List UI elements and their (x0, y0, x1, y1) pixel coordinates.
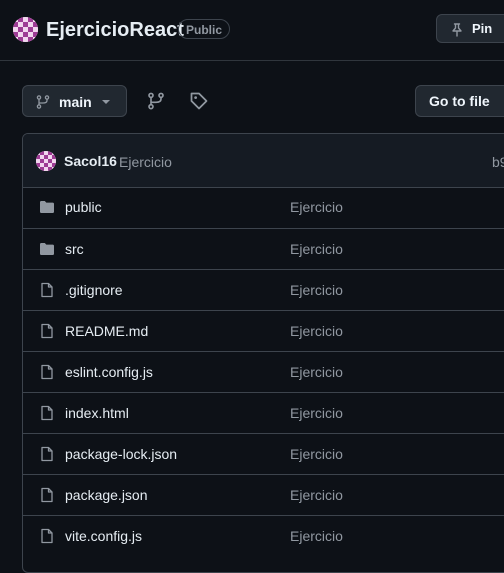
tag-icon[interactable] (189, 91, 209, 111)
commit-hash[interactable]: b9 (492, 154, 504, 170)
file-name-link[interactable]: vite.config.js (65, 528, 142, 544)
file-commit-message[interactable]: Ejercicio (290, 199, 343, 215)
file-name-link[interactable]: README.md (65, 323, 148, 339)
file-row[interactable]: .gitignore Ejercicio (23, 269, 504, 311)
file-row[interactable]: src Ejercicio (23, 228, 504, 270)
repo-header: EjercicioReact Public Pin (0, 0, 504, 61)
visibility-badge: Public (178, 19, 231, 39)
file-commit-message[interactable]: Ejercicio (290, 487, 343, 503)
branch-name: main (59, 94, 92, 110)
latest-commit-bar: Sacol16 Ejercicio b9 (23, 134, 504, 188)
file-row[interactable]: public Ejercicio (23, 187, 504, 228)
file-commit-message[interactable]: Ejercicio (290, 446, 343, 462)
file-icon (39, 364, 55, 385)
file-commit-message[interactable]: Ejercicio (290, 323, 343, 339)
file-row[interactable]: vite.config.js Ejercicio (23, 515, 504, 557)
file-table: Sacol16 Ejercicio b9 public Ejercicio src E… (22, 133, 504, 573)
repo-name[interactable]: EjercicioReact (46, 16, 184, 44)
file-commit-message[interactable]: Ejercicio (290, 364, 343, 380)
identicon-icon (36, 151, 56, 171)
commit-author[interactable]: Sacol16 (64, 153, 117, 169)
file-icon (39, 323, 55, 344)
file-row[interactable]: package-lock.json Ejercicio (23, 433, 504, 475)
file-commit-message[interactable]: Ejercicio (290, 405, 343, 421)
file-icon (39, 282, 55, 303)
go-to-file-button[interactable]: Go to file (415, 85, 504, 117)
commit-author-avatar[interactable] (36, 151, 56, 171)
file-name-link[interactable]: eslint.config.js (65, 364, 153, 380)
file-icon (39, 405, 55, 426)
file-row[interactable]: README.md Ejercicio (23, 310, 504, 352)
file-name-link[interactable]: src (65, 241, 84, 257)
file-name-link[interactable]: index.html (65, 405, 129, 421)
branch-selector[interactable]: main (22, 85, 127, 117)
pin-button[interactable]: Pin (436, 14, 504, 43)
file-commit-message[interactable]: Ejercicio (290, 282, 343, 298)
file-name-link[interactable]: package.json (65, 487, 148, 503)
owner-avatar[interactable] (13, 17, 38, 42)
file-commit-message[interactable]: Ejercicio (290, 528, 343, 544)
branches-icon[interactable] (146, 91, 166, 111)
file-row[interactable]: eslint.config.js Ejercicio (23, 351, 504, 393)
commit-message[interactable]: Ejercicio (119, 154, 172, 170)
file-name-link[interactable]: package-lock.json (65, 446, 177, 462)
file-commit-message[interactable]: Ejercicio (290, 241, 343, 257)
chevron-down-icon (102, 100, 110, 104)
identicon-icon (13, 17, 38, 42)
file-icon (39, 528, 55, 549)
file-name-link[interactable]: .gitignore (65, 282, 123, 298)
folder-icon (39, 199, 55, 220)
file-row[interactable]: package.json Ejercicio (23, 474, 504, 516)
go-to-file-label: Go to file (429, 93, 490, 109)
folder-icon (39, 241, 55, 262)
file-row[interactable]: index.html Ejercicio (23, 392, 504, 434)
git-branch-icon (36, 95, 50, 109)
pin-icon (452, 23, 462, 37)
file-icon (39, 487, 55, 508)
file-icon (39, 446, 55, 467)
pin-label: Pin (472, 21, 493, 36)
file-name-link[interactable]: public (65, 199, 102, 215)
